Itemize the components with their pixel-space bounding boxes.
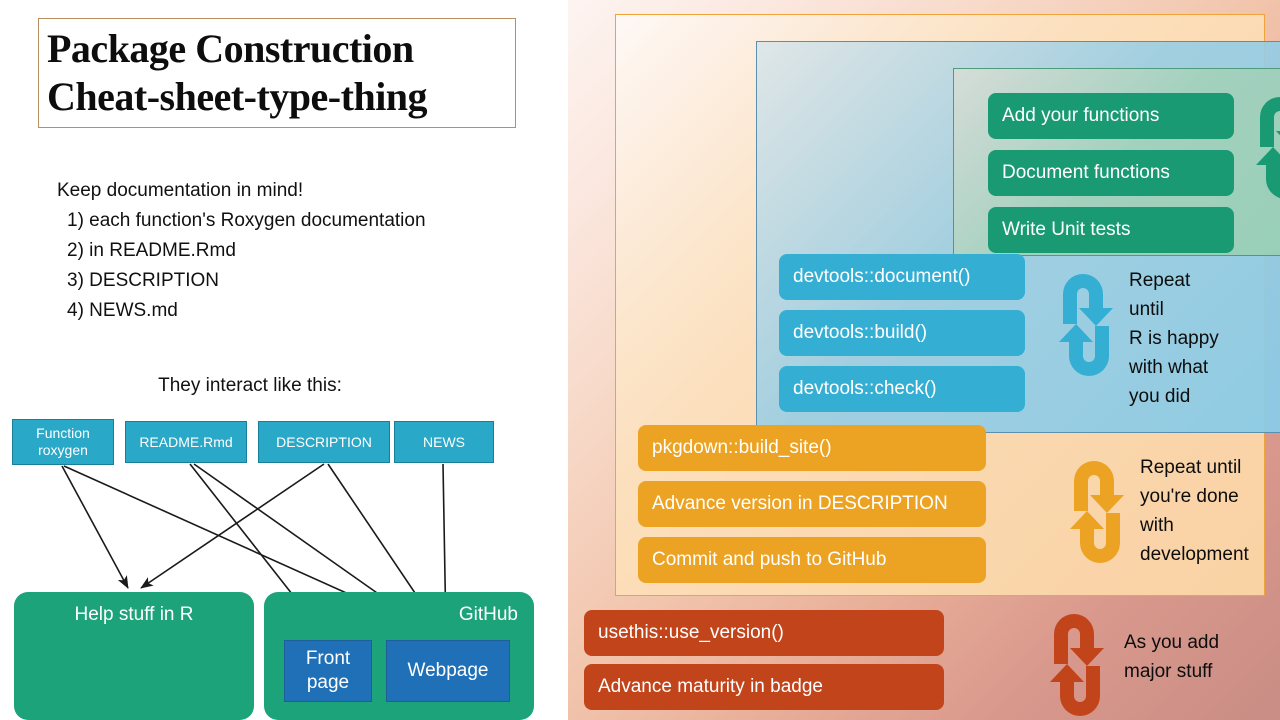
step-advance-maturity-in-badge[interactable]: Advance maturity in badge bbox=[584, 664, 944, 710]
step-document-functions[interactable]: Document functions bbox=[988, 150, 1234, 196]
step-write-unit-tests[interactable]: Write Unit tests bbox=[988, 207, 1234, 253]
page-title-line-2: Cheat-sheet-type-thing bbox=[47, 74, 428, 119]
node-help-stuff-in-r[interactable]: Help stuff in R bbox=[14, 592, 254, 720]
repeat-note-line: you did bbox=[1129, 386, 1191, 407]
documentation-note-item: 3) DESCRIPTION bbox=[67, 270, 220, 291]
stage-green-container: Add your functions Document functions Wr… bbox=[953, 68, 1280, 256]
repeat-note-line: until bbox=[1129, 299, 1164, 320]
loop-repeat-icon bbox=[1066, 455, 1128, 574]
repeat-note-line: with what bbox=[1129, 357, 1209, 378]
interaction-caption: They interact like this: bbox=[158, 375, 342, 396]
page-title-line-1: Package Construction bbox=[47, 26, 414, 71]
step-advance-version-in-description[interactable]: Advance version in DESCRIPTION bbox=[638, 481, 986, 527]
stage-blue-container: Add your functions Document functions Wr… bbox=[756, 41, 1280, 433]
repeat-note-line: R is happy bbox=[1129, 328, 1219, 349]
node-readme-rmd[interactable]: README.Rmd bbox=[125, 421, 247, 463]
repeat-note-line: Repeat until bbox=[1140, 457, 1242, 478]
node-description[interactable]: DESCRIPTION bbox=[258, 421, 390, 463]
arrow-description-to-help bbox=[140, 463, 325, 589]
documentation-note-item: 1) each function's Roxygen documentation bbox=[67, 210, 426, 231]
slide-root: Package Construction Cheat-sheet-type-th… bbox=[0, 0, 1280, 720]
repeat-note-line: major stuff bbox=[1124, 661, 1213, 682]
documentation-note-heading: Keep documentation in mind! bbox=[57, 180, 304, 201]
repeat-note-line: you're done bbox=[1140, 486, 1239, 507]
step-add-your-functions[interactable]: Add your functions bbox=[988, 93, 1234, 139]
left-panel: Package Construction Cheat-sheet-type-th… bbox=[0, 0, 568, 720]
loop-repeat-icon bbox=[1252, 91, 1280, 210]
step-pkgdown-build-site[interactable]: pkgdown::build_site() bbox=[638, 425, 986, 471]
arrow-roxygen-to-help bbox=[61, 465, 129, 589]
right-panel: Add your functions Document functions Wr… bbox=[568, 0, 1280, 720]
node-function-roxygen[interactable]: Function roxygen bbox=[12, 419, 114, 465]
step-devtools-check[interactable]: devtools::check() bbox=[779, 366, 1025, 412]
step-usethis-use-version[interactable]: usethis::use_version() bbox=[584, 610, 944, 656]
repeat-note-orange: Repeat until you're done with developmen… bbox=[1140, 453, 1280, 569]
loop-repeat-icon bbox=[1055, 268, 1117, 387]
repeat-note-line: development bbox=[1140, 544, 1249, 565]
documentation-note: Keep documentation in mind! 1) each func… bbox=[57, 176, 527, 326]
repeat-note-line: As you add bbox=[1124, 632, 1220, 653]
node-github-label: GitHub bbox=[458, 604, 518, 625]
stage-orange-container: Add your functions Document functions Wr… bbox=[615, 14, 1280, 596]
repeat-note-blue: Repeat until R is happy with what you di… bbox=[1129, 266, 1259, 411]
repeat-note-line: with bbox=[1140, 515, 1174, 536]
node-help-stuff-in-r-label: Help stuff in R bbox=[74, 604, 194, 625]
node-github-front-page[interactable]: Front page bbox=[284, 640, 372, 702]
node-news[interactable]: NEWS bbox=[394, 421, 494, 463]
repeat-note-brick: As you add major stuff bbox=[1124, 628, 1274, 686]
documentation-note-item: 4) NEWS.md bbox=[67, 300, 178, 321]
step-devtools-document[interactable]: devtools::document() bbox=[779, 254, 1025, 300]
step-devtools-build[interactable]: devtools::build() bbox=[779, 310, 1025, 356]
repeat-note-line: Repeat bbox=[1129, 270, 1191, 291]
step-commit-and-push-to-github[interactable]: Commit and push to GitHub bbox=[638, 537, 986, 583]
documentation-note-item: 2) in README.Rmd bbox=[67, 240, 236, 261]
node-github[interactable]: GitHub Front page Webpage bbox=[264, 592, 534, 720]
node-github-webpage[interactable]: Webpage bbox=[386, 640, 510, 702]
title-box: Package Construction Cheat-sheet-type-th… bbox=[38, 18, 516, 128]
loop-repeat-icon bbox=[1046, 608, 1108, 720]
